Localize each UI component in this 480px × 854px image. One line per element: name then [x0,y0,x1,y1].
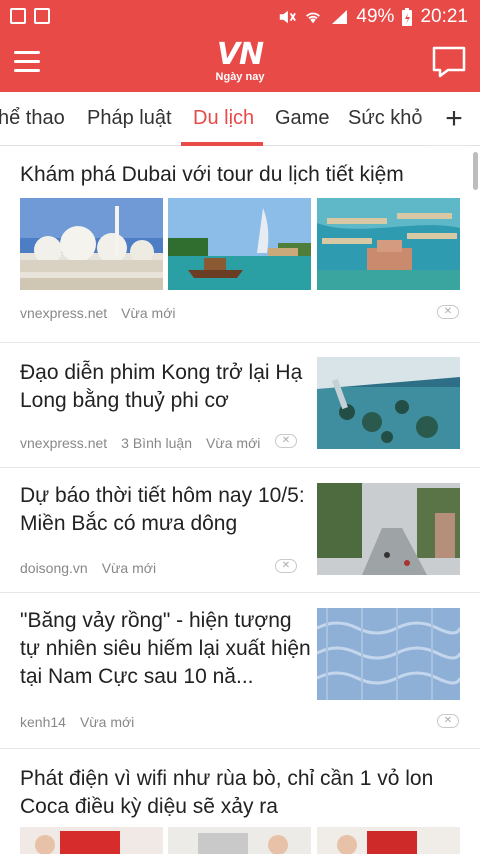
article-title: Khám phá Dubai với tour du lịch tiết kiệ… [20,163,404,186]
coca-can-image-3 [317,827,460,854]
device-notification-icon [34,8,50,24]
article-time: Vừa mới [101,560,157,576]
add-category-icon[interactable]: + [434,100,474,140]
dismiss-article-icon[interactable]: ✕ [275,559,297,573]
battery-charging-icon [402,8,413,26]
article-meta: kenh14 Vừa mới [20,714,134,730]
article-time: Vừa mới [121,305,176,321]
status-bar: 49% 20:21 [0,0,480,34]
dismiss-article-icon[interactable]: ✕ [437,714,459,728]
app-bar: VN Ngày nay [0,34,480,92]
article-title: Đạo diễn phim Kong trở lại Hạ Long bằng … [20,361,303,412]
logo-subtitle: Ngày nay [215,71,265,83]
seaplane-halong-image [317,357,460,449]
article-meta: vnexpress.net 3 Bình luận Vừa mới [20,435,260,451]
article-source: doisong.vn [20,560,88,576]
tab-the-thao[interactable]: hể thao [0,107,65,130]
article-source: vnexpress.net [20,435,108,451]
coca-can-image-2 [168,827,311,854]
dismiss-article-icon[interactable]: ✕ [275,434,297,448]
article-item[interactable]: Khám phá Dubai với tour du lịch tiết kiệ… [0,147,480,343]
tab-suc-khoe[interactable]: Sức khỏ [348,107,423,130]
tab-du-lich[interactable]: Du lịch [193,107,254,130]
gallery-notification-icon [10,8,26,24]
category-tabs: hể thao Pháp luật Du lịch Game Sức khỏ + [0,92,480,146]
article-source: vnexpress.net [20,305,108,321]
battery-percent: 49% [356,6,395,27]
rainy-street-image [317,483,460,575]
article-source: kenh14 [20,714,66,730]
dismiss-article-icon[interactable]: ✕ [437,305,459,319]
article-title: "Băng vảy rồng" - hiện tượng tự nhiên si… [20,609,311,688]
tab-phap-luat[interactable]: Pháp luật [87,107,172,130]
article-meta: doisong.vn Vừa mới [20,560,156,576]
article-title: Dự báo thời tiết hôm nay 10/5: Miền Bắc … [20,484,305,535]
article-item[interactable]: Đạo diễn phim Kong trở lại Hạ Long bằng … [0,343,480,468]
wifi-icon [306,12,321,24]
clock: 20:21 [420,6,468,27]
article-comments[interactable]: 3 Bình luận [121,435,192,451]
mute-icon [280,10,297,24]
tab-game[interactable]: Game [275,107,329,130]
logo-text: VN [216,37,264,72]
burj-al-arab-image [168,198,311,290]
article-item[interactable]: "Băng vảy rồng" - hiện tượng tự nhiên si… [0,593,480,749]
article-title: Phát điện vì wifi như rùa bò, chỉ cần 1 … [20,767,434,818]
coca-can-image-1 [20,827,163,854]
mosque-image [20,198,163,290]
article-item[interactable]: Phát điện vì wifi như rùa bò, chỉ cần 1 … [0,749,480,854]
article-time: Vừa mới [206,435,261,451]
active-tab-indicator [181,142,263,146]
palm-island-image [317,198,460,290]
signal-icon [332,10,348,24]
chat-bubble-icon[interactable] [432,46,466,78]
article-time: Vừa mới [79,714,135,730]
hamburger-menu-icon[interactable] [14,51,40,73]
app-logo: VN Ngày nay [205,40,275,86]
article-item[interactable]: Dự báo thời tiết hôm nay 10/5: Miền Bắc … [0,468,480,593]
article-meta: vnexpress.net Vừa mới [20,305,176,321]
dragon-scale-ice-image [317,608,460,700]
